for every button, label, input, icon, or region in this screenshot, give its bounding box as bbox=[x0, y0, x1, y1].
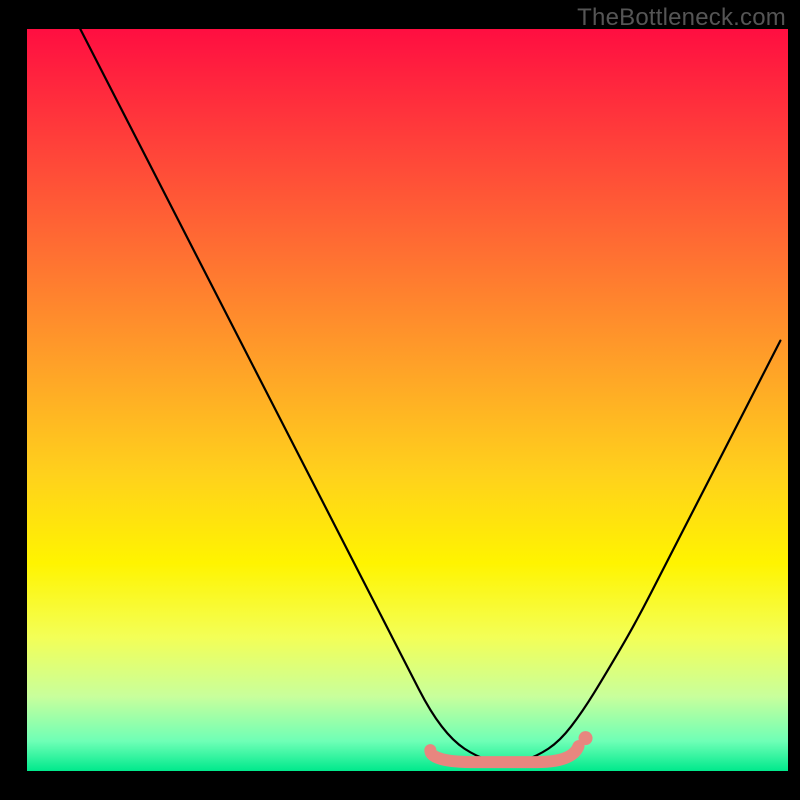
bottleneck-chart bbox=[0, 0, 800, 800]
watermark-text: TheBottleneck.com bbox=[577, 4, 786, 32]
chart-frame: TheBottleneck.com bbox=[0, 0, 800, 800]
plot-background bbox=[27, 29, 788, 771]
flat-segment-end-dot bbox=[579, 731, 593, 745]
